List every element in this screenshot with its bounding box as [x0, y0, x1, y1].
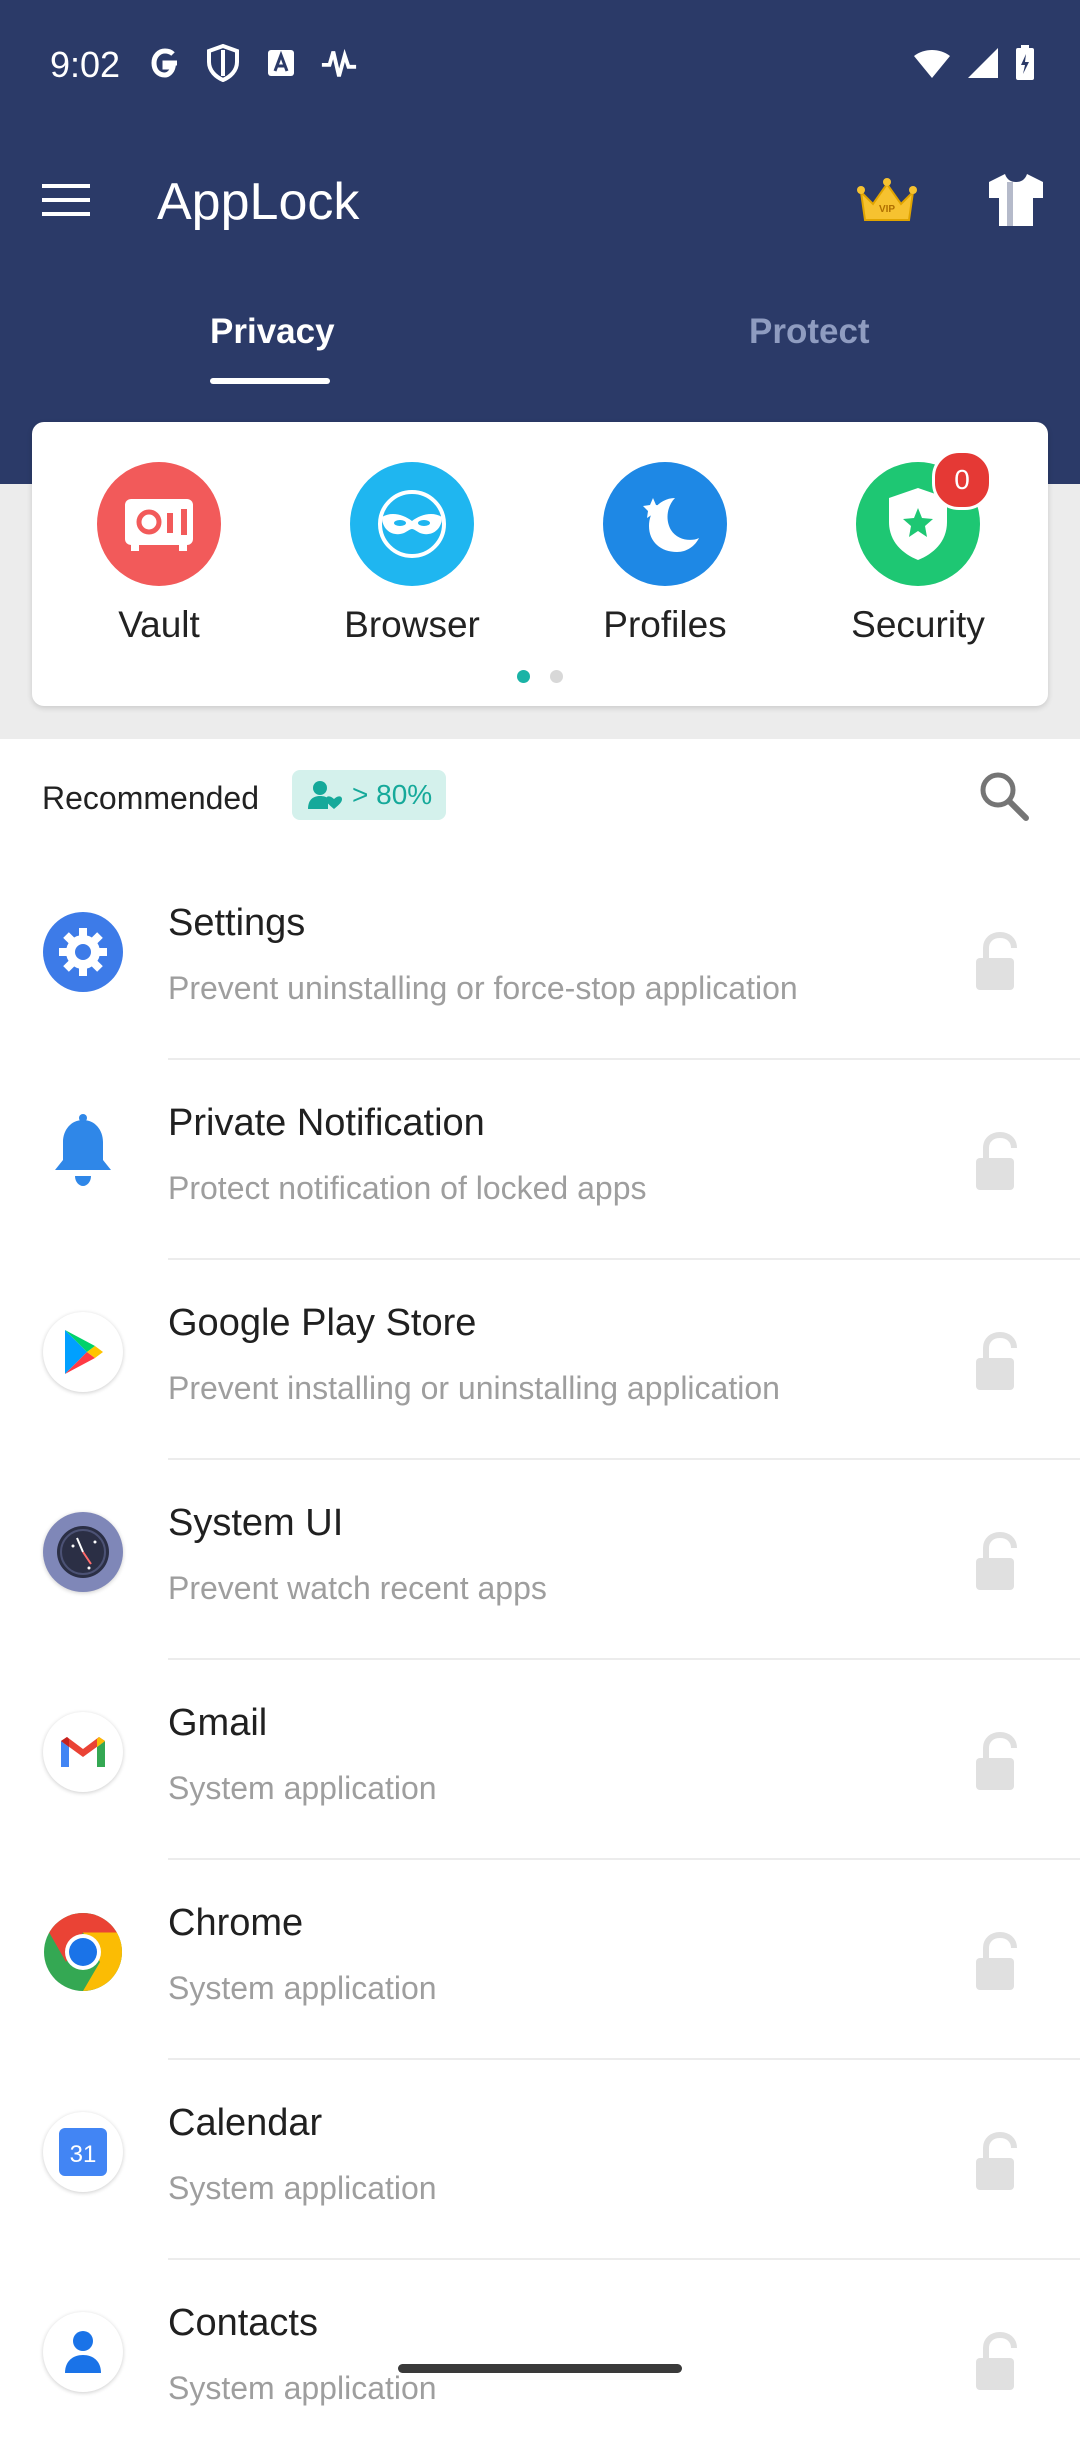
system-ui-icon — [43, 1512, 123, 1592]
feature-browser[interactable]: Browser — [312, 462, 512, 646]
vault-icon — [97, 462, 221, 586]
app-title: Calendar — [168, 2102, 323, 2144]
calendar-icon: 31 — [43, 2112, 123, 2192]
mask-icon — [350, 462, 474, 586]
app-subtitle: System application — [168, 2370, 437, 2406]
list-item[interactable]: 31 Calendar System application — [0, 2060, 1080, 2260]
app-subtitle: System application — [168, 2170, 437, 2206]
tshirt-icon — [989, 174, 1043, 226]
vip-button[interactable]: VIP — [855, 170, 925, 240]
app-subtitle: Prevent watch recent apps — [168, 1570, 547, 1606]
tab-privacy[interactable]: Privacy — [210, 312, 335, 352]
google-icon — [146, 44, 184, 82]
app-title: Google Play Store — [168, 1302, 477, 1344]
unlock-icon[interactable] — [970, 2130, 1026, 2194]
feature-vault[interactable]: Vault — [59, 462, 259, 646]
feature-security[interactable]: 0 Security — [818, 450, 1018, 646]
page-dot-active — [517, 670, 530, 683]
shield-star-icon: 0 — [856, 450, 992, 586]
pulse-icon — [320, 44, 358, 82]
app-subtitle: System application — [168, 1770, 437, 1806]
shield-status-icon — [204, 44, 242, 82]
calendar-day: 31 — [70, 2141, 97, 2168]
list-item[interactable]: Gmail System application — [0, 1660, 1080, 1860]
hamburger-menu-icon — [42, 184, 90, 216]
unlock-icon[interactable] — [970, 1330, 1026, 1394]
battery-icon — [1016, 45, 1034, 80]
bell-icon — [43, 1112, 123, 1192]
menu-button[interactable] — [40, 180, 104, 230]
app-title: Private Notification — [168, 1102, 485, 1144]
page-indicator — [32, 670, 1048, 683]
app-title: Gmail — [168, 1702, 268, 1744]
feature-label: Profiles — [603, 604, 727, 645]
unlock-icon[interactable] — [970, 1130, 1026, 1194]
list-item[interactable]: Chrome System application — [0, 1860, 1080, 2060]
app-subtitle: Prevent uninstalling or force-stop appli… — [168, 970, 798, 1006]
search-icon — [980, 772, 1029, 821]
unlock-icon[interactable] — [970, 1730, 1026, 1794]
recommended-badge-text: > 80% — [352, 779, 433, 810]
unlock-icon[interactable] — [970, 1530, 1026, 1594]
system-icons — [912, 44, 1036, 82]
contacts-icon — [43, 2312, 123, 2392]
recommended-label: Recommended — [42, 780, 259, 816]
crown-icon: VIP — [857, 178, 917, 221]
feature-label: Vault — [118, 604, 200, 645]
signal-icon — [968, 48, 998, 78]
chrome-icon — [43, 1912, 123, 1992]
app-subtitle: System application — [168, 1970, 437, 2006]
app-title: System UI — [168, 1502, 344, 1544]
status-time: 9:02 — [50, 44, 121, 85]
tab-bar: Privacy Protect — [0, 290, 1080, 390]
app-list: Settings Prevent uninstalling or force-s… — [0, 860, 1080, 2460]
unlock-icon[interactable] — [970, 1930, 1026, 1994]
app-subtitle: Prevent installing or uninstalling appli… — [168, 1370, 780, 1406]
settings-gear-icon — [43, 912, 123, 992]
list-item[interactable]: Settings Prevent uninstalling or force-s… — [0, 860, 1080, 1060]
app-title: Settings — [168, 902, 306, 944]
list-item[interactable]: System UI Prevent watch recent apps — [0, 1460, 1080, 1660]
tab-protect[interactable]: Protect — [749, 312, 870, 352]
recommended-header: Recommended > 80% — [0, 740, 1080, 850]
home-indicator[interactable] — [398, 2364, 682, 2373]
tab-indicator — [210, 378, 330, 384]
feature-card: Vault Browser Profiles 0 Security — [32, 422, 1048, 706]
notification-icons — [146, 44, 358, 82]
theme-button[interactable] — [985, 170, 1051, 240]
list-item[interactable]: Contacts System application — [0, 2260, 1080, 2460]
security-badge: 0 — [932, 450, 992, 510]
app-subtitle: Protect notification of locked apps — [168, 1170, 647, 1206]
feature-label: Browser — [344, 604, 480, 645]
list-item[interactable]: Google Play Store Prevent installing or … — [0, 1260, 1080, 1460]
feature-profiles[interactable]: Profiles — [565, 462, 765, 646]
moon-icon — [603, 462, 727, 586]
gmail-icon — [43, 1712, 123, 1792]
app-title: Chrome — [168, 1902, 304, 1944]
play-store-icon — [43, 1312, 123, 1392]
recommended-badge: > 80% — [292, 770, 447, 820]
feature-label: Security — [851, 604, 985, 645]
page-dot — [550, 670, 563, 683]
unlock-icon[interactable] — [970, 930, 1026, 994]
status-bar: 9:02 — [0, 0, 1080, 130]
wifi-icon — [914, 50, 950, 78]
user-heart-icon — [308, 781, 342, 809]
unlock-icon[interactable] — [970, 2330, 1026, 2394]
list-item[interactable]: Private Notification Protect notificatio… — [0, 1060, 1080, 1260]
search-button[interactable] — [976, 768, 1036, 828]
svg-text:VIP: VIP — [879, 204, 895, 215]
font-status-icon — [262, 44, 300, 82]
app-title: Contacts — [168, 2302, 318, 2344]
app-title: AppLock — [157, 173, 360, 231]
app-bar: AppLock VIP — [0, 150, 1080, 260]
